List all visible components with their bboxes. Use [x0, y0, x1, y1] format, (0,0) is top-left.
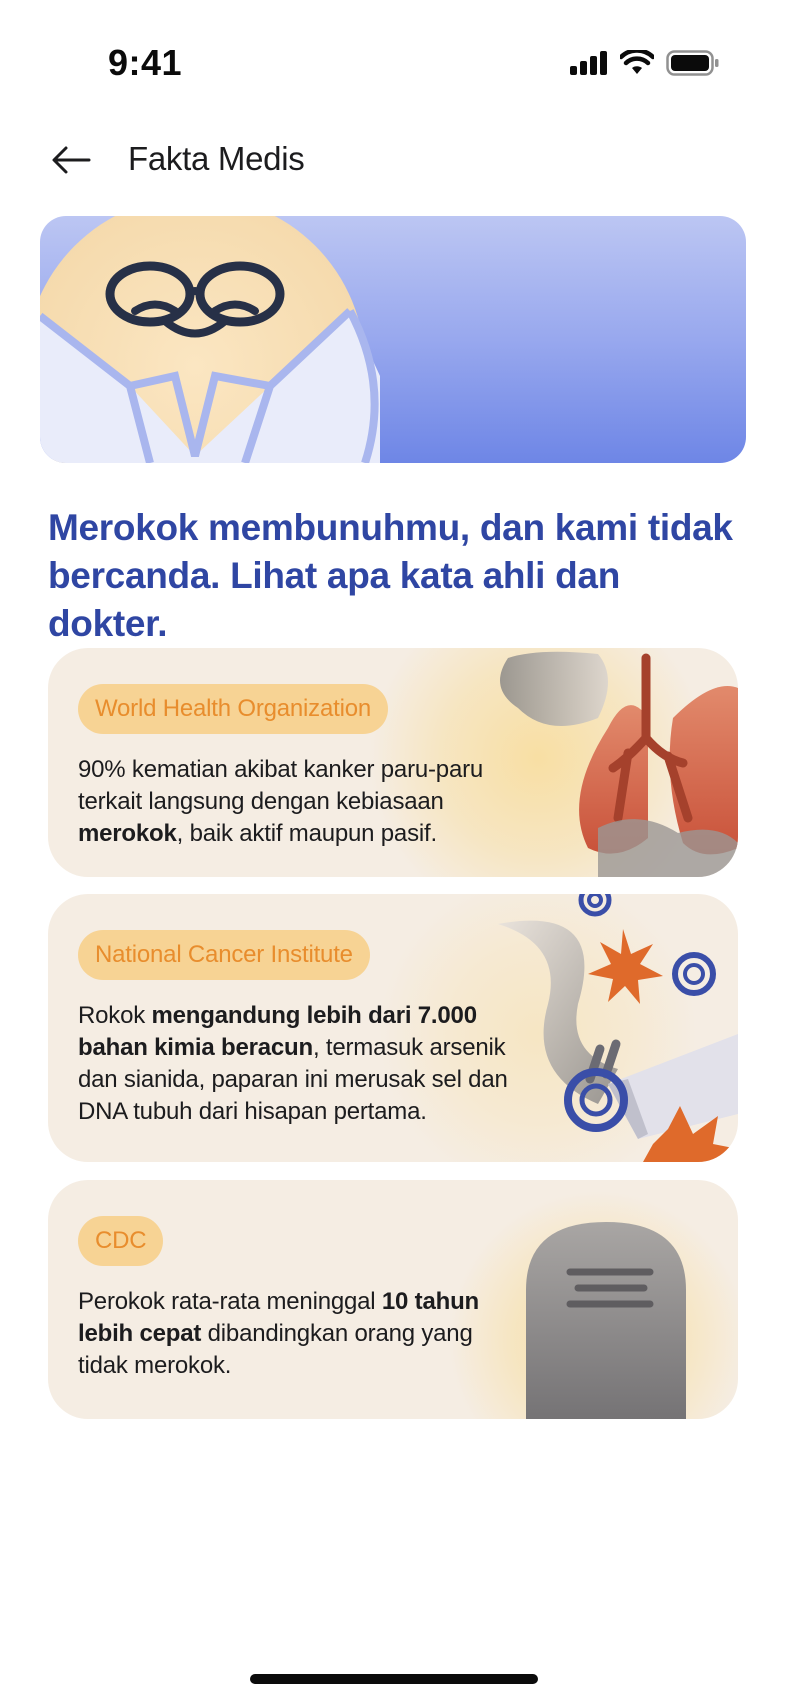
fact-text: Perokok rata-rata meninggal 10 tahun leb… [78, 1288, 479, 1379]
fact-card-who: World Health Organization 90% kematian a… [48, 648, 738, 877]
page-title: Fakta Medis [128, 140, 305, 177]
fact-text: Rokok mengandung lebih dari 7.000 bahan … [78, 1002, 508, 1125]
tombstone-illustration [526, 1222, 686, 1419]
status-time: 9:41 [108, 42, 183, 83]
source-badge: CDC [78, 1216, 164, 1266]
card-body: CDC Perokok rata-rata meninggal 10 tahun… [78, 1216, 508, 1382]
headline: Merokok membunuhmu, dan kami tidak berca… [48, 507, 733, 644]
fact-text: 90% kematian akibat kanker paru-paru ter… [78, 756, 484, 847]
cellular-signal-icon [570, 51, 607, 75]
hero-banner [40, 216, 746, 463]
status-icons [570, 50, 720, 76]
home-indicator[interactable] [250, 1674, 538, 1684]
source-badge: National Cancer Institute [78, 930, 370, 980]
back-button[interactable] [46, 138, 96, 182]
source-badge: World Health Organization [78, 684, 389, 734]
status-bar: 9:41 [0, 0, 786, 120]
wifi-icon [620, 50, 654, 74]
fact-card-cdc: CDC Perokok rata-rata meninggal 10 tahun… [48, 1180, 738, 1419]
card-body: National Cancer Institute Rokok mengandu… [78, 930, 518, 1128]
doctor-illustration [40, 216, 380, 463]
arrow-left-icon [52, 146, 91, 174]
header: Fakta Medis [0, 130, 786, 190]
fact-card-nci: National Cancer Institute Rokok mengandu… [48, 894, 738, 1162]
card-body: World Health Organization 90% kematian a… [78, 684, 518, 850]
battery-icon [666, 50, 719, 76]
